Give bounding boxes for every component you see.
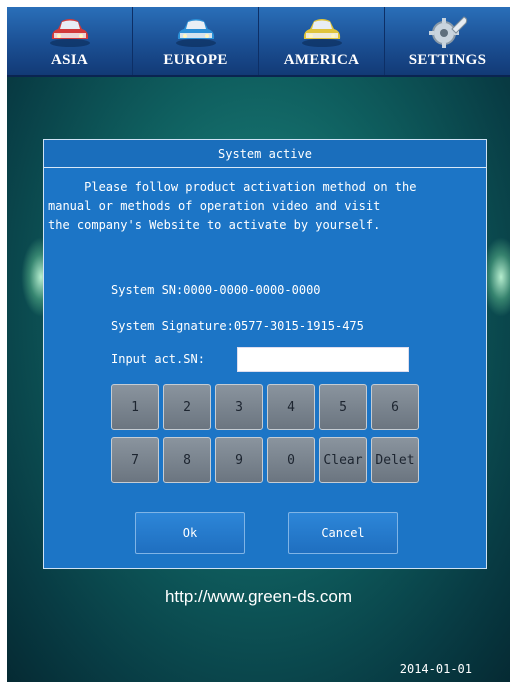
- key-3[interactable]: 3: [215, 384, 263, 430]
- activation-dialog: System active Please follow product acti…: [43, 139, 487, 569]
- ok-button[interactable]: Ok: [135, 512, 245, 554]
- tab-label-america: AMERICA: [283, 52, 360, 68]
- key-7[interactable]: 7: [111, 437, 159, 483]
- device-screen: ASIA EUROPE AMERICA SETTINGS http://www.…: [7, 7, 510, 682]
- tab-europe[interactable]: EUROPE: [133, 7, 259, 75]
- key-0[interactable]: 0: [267, 437, 315, 483]
- dialog-title: System active: [44, 140, 486, 168]
- key-9[interactable]: 9: [215, 437, 263, 483]
- key-1[interactable]: 1: [111, 384, 159, 430]
- status-date: 2014-01-01: [399, 662, 472, 676]
- act-sn-input[interactable]: [237, 347, 409, 372]
- car-yellow-icon: [301, 19, 342, 47]
- dialog-message: Please follow product activation method …: [48, 180, 417, 232]
- key-8[interactable]: 8: [163, 437, 211, 483]
- system-sn: System SN:0000-0000-0000-0000: [111, 283, 321, 297]
- car-blue-icon: [175, 19, 216, 47]
- input-act-sn-label: Input act.SN:: [111, 352, 205, 366]
- delete-button[interactable]: Delet: [371, 437, 419, 483]
- key-5[interactable]: 5: [319, 384, 367, 430]
- system-signature: System Signature:0577-3015-1915-475: [111, 319, 364, 333]
- key-6[interactable]: 6: [371, 384, 419, 430]
- website-url: http://www.green-ds.com: [164, 587, 353, 606]
- tab-asia[interactable]: ASIA: [7, 7, 133, 75]
- tab-label-europe: EUROPE: [163, 52, 228, 68]
- tab-settings[interactable]: SETTINGS: [385, 7, 510, 75]
- tab-label-asia: ASIA: [50, 52, 89, 68]
- key-4[interactable]: 4: [267, 384, 315, 430]
- tab-label-settings: SETTINGS: [408, 52, 487, 68]
- cancel-button[interactable]: Cancel: [288, 512, 398, 554]
- car-red-icon: [49, 19, 90, 47]
- gear-wrench-icon: [428, 16, 467, 48]
- tab-america[interactable]: AMERICA: [259, 7, 385, 75]
- top-navigation: ASIA EUROPE AMERICA SETTINGS: [7, 7, 510, 77]
- clear-button[interactable]: Clear: [319, 437, 367, 483]
- key-2[interactable]: 2: [163, 384, 211, 430]
